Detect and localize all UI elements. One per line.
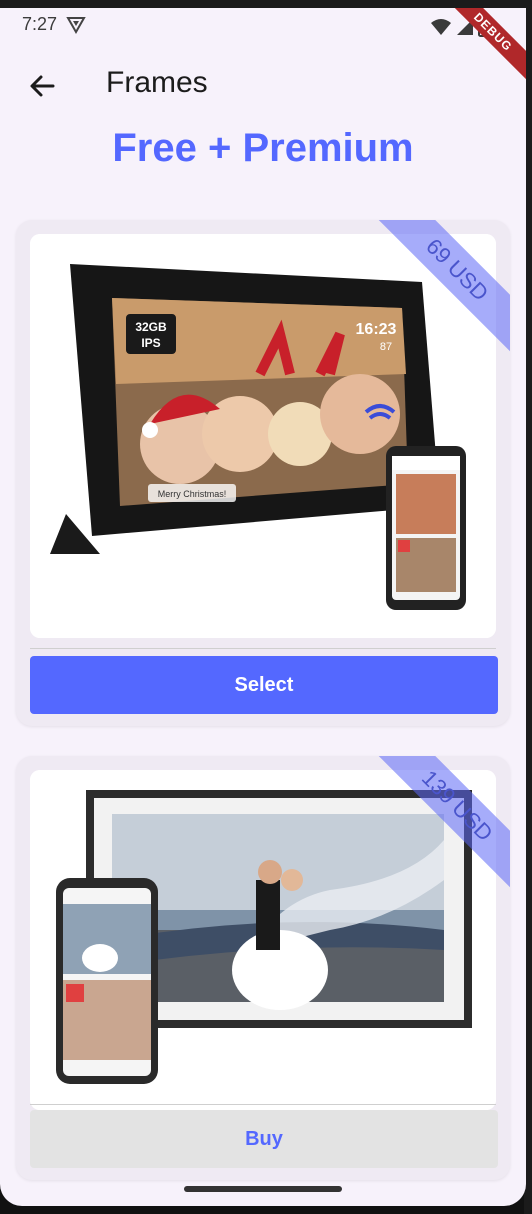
- frame-image: [30, 770, 496, 1110]
- card-divider: [30, 1104, 496, 1105]
- frame-badge-top: 32GB: [135, 320, 167, 334]
- frame-greeting: Merry Christmas!: [158, 489, 227, 499]
- back-button[interactable]: [24, 68, 60, 104]
- frame-image: 32GB IPS 16:23 87 Merry Christmas!: [30, 234, 496, 638]
- app-screen: 7:27 DEBUG Frames Free + Premium 32GB IP…: [0, 8, 526, 1206]
- frame-badge-bottom: IPS: [141, 336, 160, 350]
- buy-button[interactable]: Buy: [30, 1110, 498, 1168]
- status-time: 7:27: [22, 14, 58, 34]
- frame-card: 32GB IPS 16:23 87 Merry Christmas! Selec…: [16, 220, 510, 726]
- app-bar: Frames: [0, 52, 526, 116]
- status-bar: 7:27 DEBUG: [0, 8, 526, 86]
- wifi-icon: [431, 19, 451, 35]
- app-notification-icon: [66, 17, 86, 34]
- frame-temp: 87: [380, 341, 392, 353]
- digital-photo-frame-image: 32GB IPS 16:23 87 Merry Christmas!: [30, 234, 496, 638]
- section-heading: Free + Premium: [112, 126, 414, 170]
- select-button[interactable]: Select: [30, 656, 498, 714]
- frame-clock: 16:23: [356, 321, 397, 338]
- frame-card: Buy 139 USD: [16, 756, 510, 1180]
- card-divider: [30, 648, 496, 649]
- wedding-photo-frame-image: [30, 770, 496, 1110]
- page-title: Frames: [106, 66, 208, 99]
- back-arrow-icon: [30, 75, 55, 97]
- gesture-nav-handle[interactable]: [184, 1186, 342, 1192]
